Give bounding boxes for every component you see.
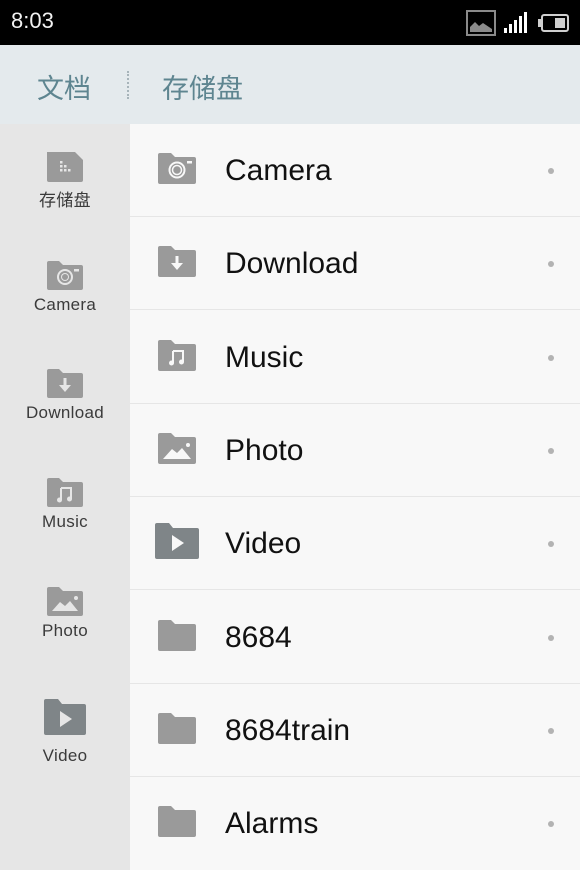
- list-item[interactable]: Download: [130, 217, 580, 310]
- sidebar-item-camera[interactable]: Camera: [0, 259, 130, 315]
- folder-icon: [158, 806, 196, 837]
- camera-folder-icon: [47, 261, 83, 290]
- status-icons: [466, 9, 570, 37]
- sidebar-item-label: 存储盘: [39, 191, 91, 211]
- more-dot-icon[interactable]: [548, 261, 554, 267]
- photo-folder-icon: [47, 587, 83, 616]
- file-name: Camera: [225, 154, 332, 187]
- breadcrumb-divider: [127, 71, 129, 99]
- music-folder-icon: [158, 340, 196, 371]
- download-folder-icon: [47, 369, 83, 398]
- more-dot-icon[interactable]: [548, 168, 554, 174]
- photo-folder-icon: [158, 433, 196, 464]
- sidebar-item-label: Music: [42, 512, 88, 531]
- breadcrumb-root[interactable]: 文档: [37, 67, 91, 106]
- file-name: Photo: [225, 434, 304, 467]
- music-folder-icon: [47, 478, 83, 507]
- sidebar-item-music[interactable]: Music: [0, 476, 130, 532]
- sidebar-item-label: Download: [25, 403, 104, 422]
- list-item[interactable]: Photo: [130, 404, 580, 497]
- file-name: Alarms: [225, 807, 319, 840]
- status-time: 8:03: [11, 8, 54, 33]
- battery-icon: [538, 14, 569, 32]
- image-notification-icon: [466, 10, 496, 36]
- sidebar-item-storage[interactable]: 存储盘: [0, 152, 130, 211]
- file-name: Video: [225, 527, 302, 560]
- list-item[interactable]: 8684train: [130, 684, 580, 777]
- more-dot-icon[interactable]: [548, 728, 554, 734]
- more-dot-icon[interactable]: [548, 355, 554, 361]
- list-item[interactable]: Camera: [130, 124, 580, 217]
- more-dot-icon[interactable]: [548, 541, 554, 547]
- download-folder-icon: [158, 246, 196, 277]
- sd-card-icon: [47, 152, 83, 182]
- file-name: 8684train: [225, 714, 351, 747]
- list-item[interactable]: Alarms: [130, 777, 580, 870]
- video-folder-icon: [155, 523, 199, 559]
- sidebar-item-download[interactable]: Download: [0, 367, 130, 423]
- folder-icon: [158, 713, 196, 744]
- camera-folder-icon: [158, 153, 196, 184]
- sidebar-item-label: Video: [42, 746, 88, 765]
- sidebar: 存储盘 Camera Download Music Photo Video: [0, 124, 130, 870]
- file-list: Camera Download Music Photo Video 8684 8…: [130, 124, 580, 870]
- sidebar-item-label: Photo: [42, 621, 88, 640]
- more-dot-icon[interactable]: [548, 635, 554, 641]
- sidebar-item-video[interactable]: Video: [0, 698, 130, 766]
- sidebar-item-label: Camera: [33, 295, 97, 314]
- status-bar: 8:03: [0, 0, 580, 45]
- breadcrumb: 文档 存储盘: [0, 45, 580, 125]
- file-name: 8684: [225, 621, 292, 654]
- sidebar-item-photo[interactable]: Photo: [0, 585, 130, 641]
- list-item[interactable]: Video: [130, 497, 580, 590]
- file-name: Music: [225, 341, 304, 374]
- video-folder-icon: [44, 699, 86, 735]
- breadcrumb-current[interactable]: 存储盘: [162, 67, 243, 106]
- signal-icon: [504, 12, 527, 33]
- more-dot-icon[interactable]: [548, 821, 554, 827]
- folder-icon: [158, 620, 196, 651]
- list-item[interactable]: Music: [130, 311, 580, 404]
- list-item[interactable]: 8684: [130, 591, 580, 684]
- more-dot-icon[interactable]: [548, 448, 554, 454]
- file-name: Download: [225, 247, 359, 280]
